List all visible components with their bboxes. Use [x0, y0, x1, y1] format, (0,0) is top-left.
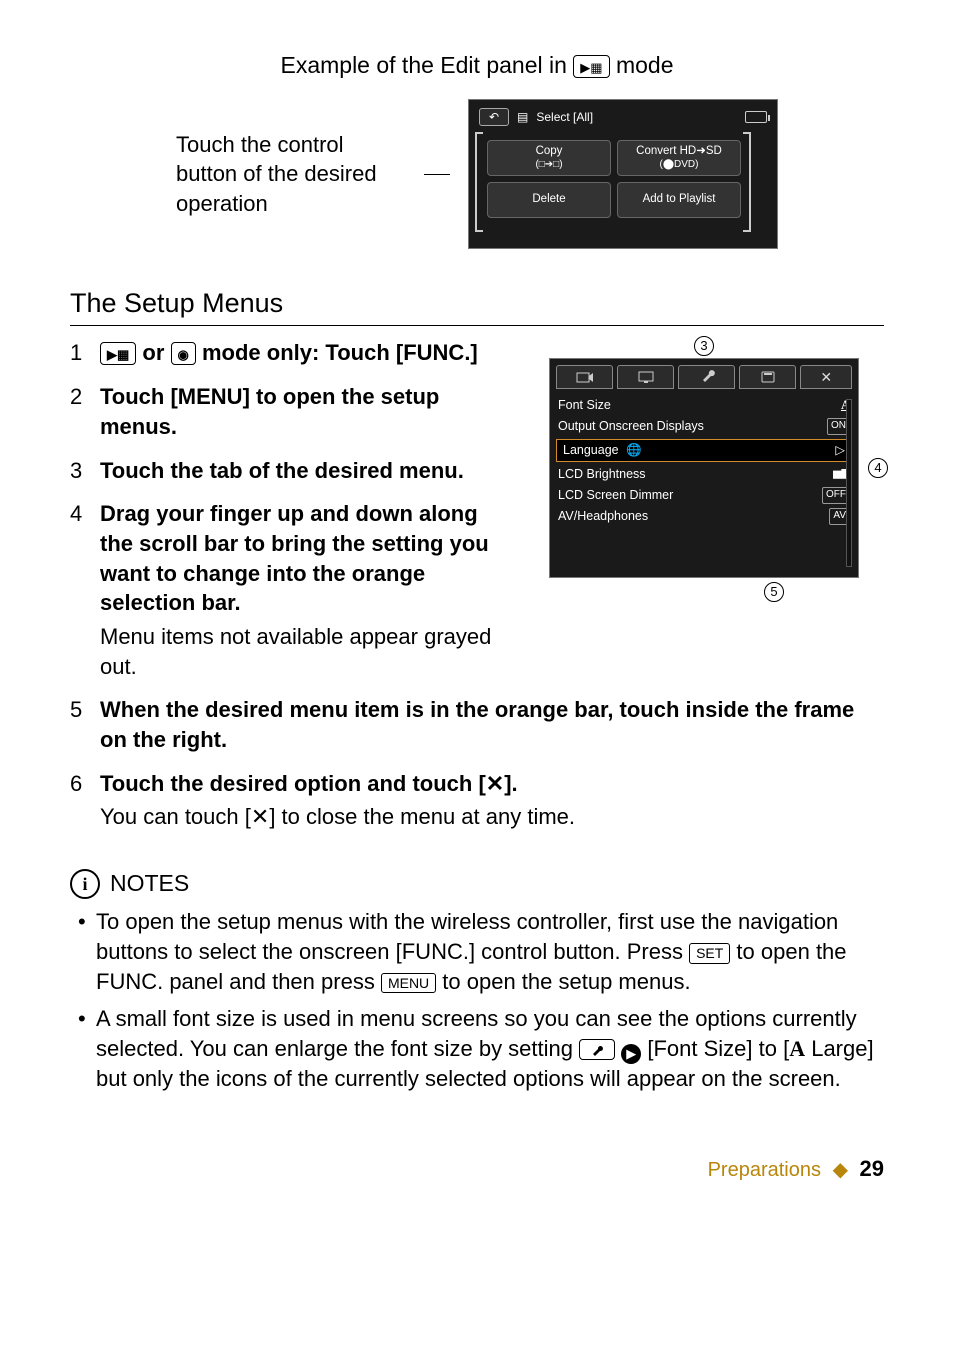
tab-close[interactable]: ✕	[800, 365, 852, 389]
step-2: Touch [MENU] to open the setup menus.	[100, 382, 510, 441]
connector-line	[424, 174, 450, 175]
page-footer: Preparations ◆ 29	[70, 1154, 884, 1184]
step-5: When the desired menu item is in the ora…	[100, 695, 884, 754]
memory-icon	[760, 370, 776, 384]
arrow-disc-icon: ▶	[621, 1044, 641, 1064]
filmstrip-mode-icon: ▶▦	[573, 55, 609, 78]
setup-menus-heading: The Setup Menus	[70, 285, 884, 326]
convert-button[interactable]: Convert HD➜SD (⬤DVD)	[617, 140, 741, 176]
panel-frame-left	[475, 132, 483, 232]
tab-video[interactable]	[556, 365, 613, 389]
notes-list: To open the setup menus with the wireles…	[76, 907, 884, 1093]
setup-menu-figure: 3 4 5 ✕	[524, 340, 884, 596]
tab-memory[interactable]	[739, 365, 796, 389]
step-number-5: 5	[70, 695, 88, 754]
step-number-1: 1	[70, 338, 88, 368]
globe-icon: 🌐	[626, 443, 642, 457]
page-number: 29	[860, 1156, 884, 1181]
notes-heading: NOTES	[110, 868, 189, 899]
step-number-6: 6	[70, 769, 88, 832]
add-to-playlist-button[interactable]: Add to Playlist	[617, 182, 741, 218]
wrench-icon	[590, 1043, 604, 1057]
tab-display[interactable]	[617, 365, 674, 389]
caption-touch-control: Touch the control button of the desired …	[176, 130, 406, 219]
setup-panel: ✕ Font Size A Output Onscreen Displays O…	[549, 358, 859, 578]
step-number-2: 2	[70, 382, 88, 441]
delete-button[interactable]: Delete	[487, 182, 611, 218]
menu-item-font-size[interactable]: Font Size A	[558, 395, 850, 416]
step-1: ▶▦ or ◉ mode only: Touch [FUNC.]	[100, 338, 510, 368]
diamond-icon: ◆	[833, 1159, 848, 1181]
filmstrip-mode-icon: ▶▦	[100, 342, 136, 365]
grid-icon: ▤	[517, 109, 528, 125]
note-1: To open the setup menus with the wireles…	[76, 907, 884, 996]
step-number-3: 3	[70, 456, 88, 486]
panel-frame-right	[743, 132, 751, 232]
camera-mode-icon: ◉	[171, 342, 196, 365]
note-2: A small font size is used in menu screen…	[76, 1004, 884, 1093]
step-4: Drag your finger up and down along the s…	[100, 499, 510, 681]
large-a-icon: A	[789, 1036, 805, 1061]
menu-item-av-headphones[interactable]: AV/Headphones AV	[558, 506, 850, 527]
menu-item-lcd-brightness[interactable]: LCD Brightness ▅▆	[558, 464, 850, 485]
video-icon	[576, 370, 594, 384]
close-icon: ✕	[820, 369, 832, 385]
step-number-4: 4	[70, 499, 88, 681]
back-icon[interactable]: ↶	[479, 108, 509, 126]
example-title: Example of the Edit panel in ▶▦ mode	[70, 50, 884, 81]
menu-key: MENU	[381, 973, 436, 994]
close-x-icon: ✕	[251, 804, 269, 829]
close-x-icon: ✕	[486, 771, 504, 796]
set-key: SET	[689, 943, 730, 964]
scrollbar[interactable]	[846, 399, 852, 567]
step-3: Touch the tab of the desired menu.	[100, 456, 510, 486]
copy-button[interactable]: Copy (□➔□)	[487, 140, 611, 176]
tab-wrench[interactable]	[678, 365, 735, 389]
wrench-badge-icon	[579, 1039, 615, 1060]
select-all-label[interactable]: Select [All]	[536, 109, 737, 125]
callout-3: 3	[694, 336, 714, 356]
menu-item-language-selected[interactable]: Language 🌐 ▷	[556, 439, 852, 462]
menu-item-output-osd[interactable]: Output Onscreen Displays ON	[558, 416, 850, 437]
chapter-name: Preparations	[708, 1159, 821, 1181]
step-6: Touch the desired option and touch [✕]. …	[100, 769, 884, 832]
title-prefix: Example of the Edit panel in	[280, 52, 573, 78]
menu-item-lcd-dimmer[interactable]: LCD Screen Dimmer OFF	[558, 485, 850, 506]
info-icon: i	[70, 869, 100, 899]
chevron-right-icon: ▷	[835, 442, 845, 459]
wrench-icon	[699, 368, 715, 384]
battery-icon	[745, 111, 767, 123]
edit-panel: ↶ ▤ Select [All] Copy (□➔□) Convert HD➜S…	[468, 99, 778, 249]
display-icon	[637, 370, 655, 384]
title-suffix: mode	[616, 52, 674, 78]
callout-4: 4	[868, 458, 888, 478]
